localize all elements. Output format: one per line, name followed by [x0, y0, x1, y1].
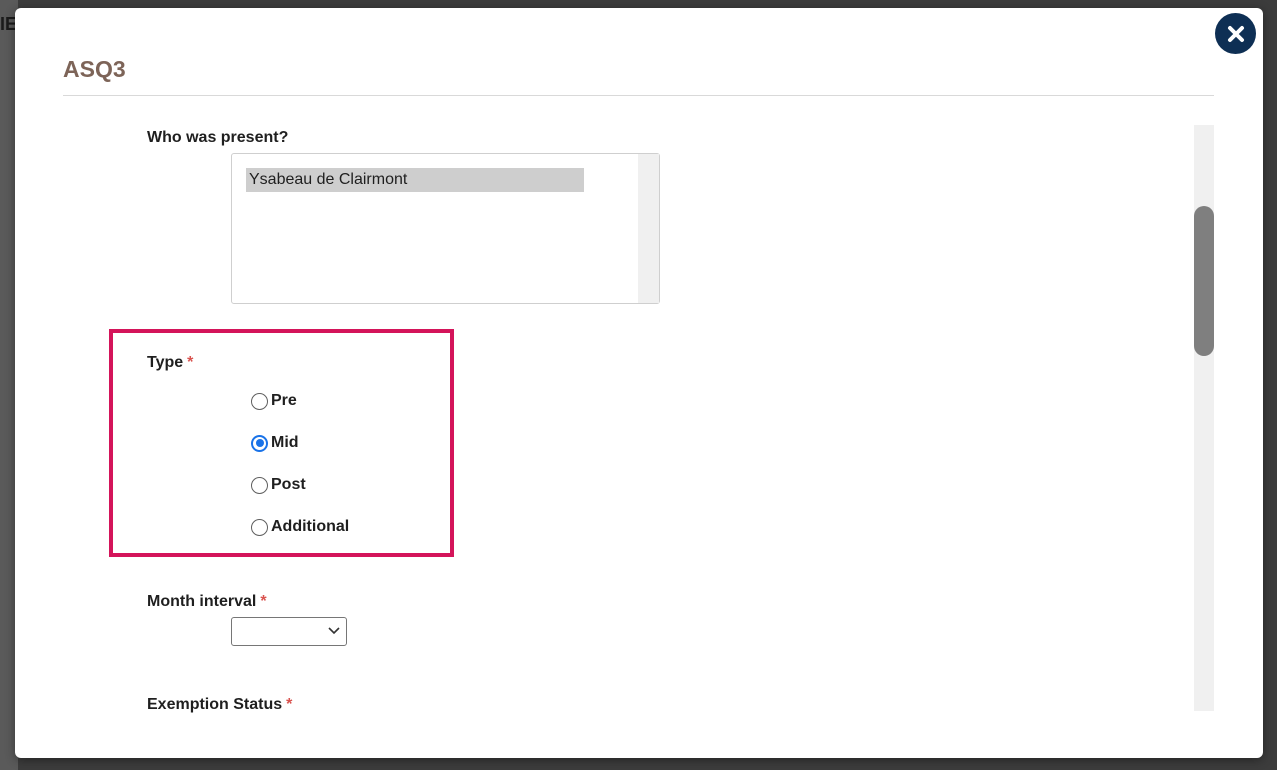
radio-label-mid[interactable]: Mid [271, 434, 299, 452]
modal-title: ASQ3 [63, 56, 126, 82]
listbox-scrollbar[interactable] [638, 154, 659, 303]
radio-button-mid[interactable] [251, 434, 268, 452]
radio-button-pre[interactable] [251, 392, 268, 410]
required-star: * [286, 696, 293, 713]
close-x-icon [1227, 25, 1244, 42]
who-present-label: Who was present? [147, 129, 289, 146]
exemption-status-label-text: Exemption Status [147, 696, 283, 713]
radio-option-post[interactable]: Post [251, 476, 306, 494]
radio-button-additional[interactable] [251, 518, 268, 536]
required-star: * [260, 593, 267, 610]
modal-scrollbar-track[interactable] [1194, 125, 1214, 711]
exemption-status-label: Exemption Status * [147, 696, 292, 714]
radio-label-pre[interactable]: Pre [271, 392, 297, 410]
type-label-text: Type [147, 354, 184, 371]
radio-label-additional[interactable]: Additional [271, 518, 349, 536]
asq3-modal: ASQ3 Who was present? Ysabeau de Clairmo… [15, 8, 1263, 758]
required-star: * [187, 354, 194, 371]
who-present-listbox[interactable]: Ysabeau de Clairmont [231, 153, 660, 304]
month-interval-select[interactable] [231, 617, 347, 646]
radio-option-additional[interactable]: Additional [251, 518, 349, 536]
close-button[interactable] [1215, 13, 1256, 54]
modal-scrollbar-thumb[interactable] [1194, 206, 1214, 356]
radio-option-pre[interactable]: Pre [251, 392, 297, 410]
radio-label-post[interactable]: Post [271, 476, 306, 494]
chevron-down-icon [328, 627, 340, 635]
radio-option-mid[interactable]: Mid [251, 434, 299, 452]
modal-scroll-area: Who was present? Ysabeau de Clairmont Ty… [15, 96, 1263, 758]
listbox-option-selected[interactable]: Ysabeau de Clairmont [246, 168, 584, 192]
month-interval-label: Month interval * [147, 593, 267, 611]
radio-button-post[interactable] [251, 476, 268, 494]
month-interval-label-text: Month interval [147, 593, 257, 610]
type-label: Type * [147, 354, 193, 372]
